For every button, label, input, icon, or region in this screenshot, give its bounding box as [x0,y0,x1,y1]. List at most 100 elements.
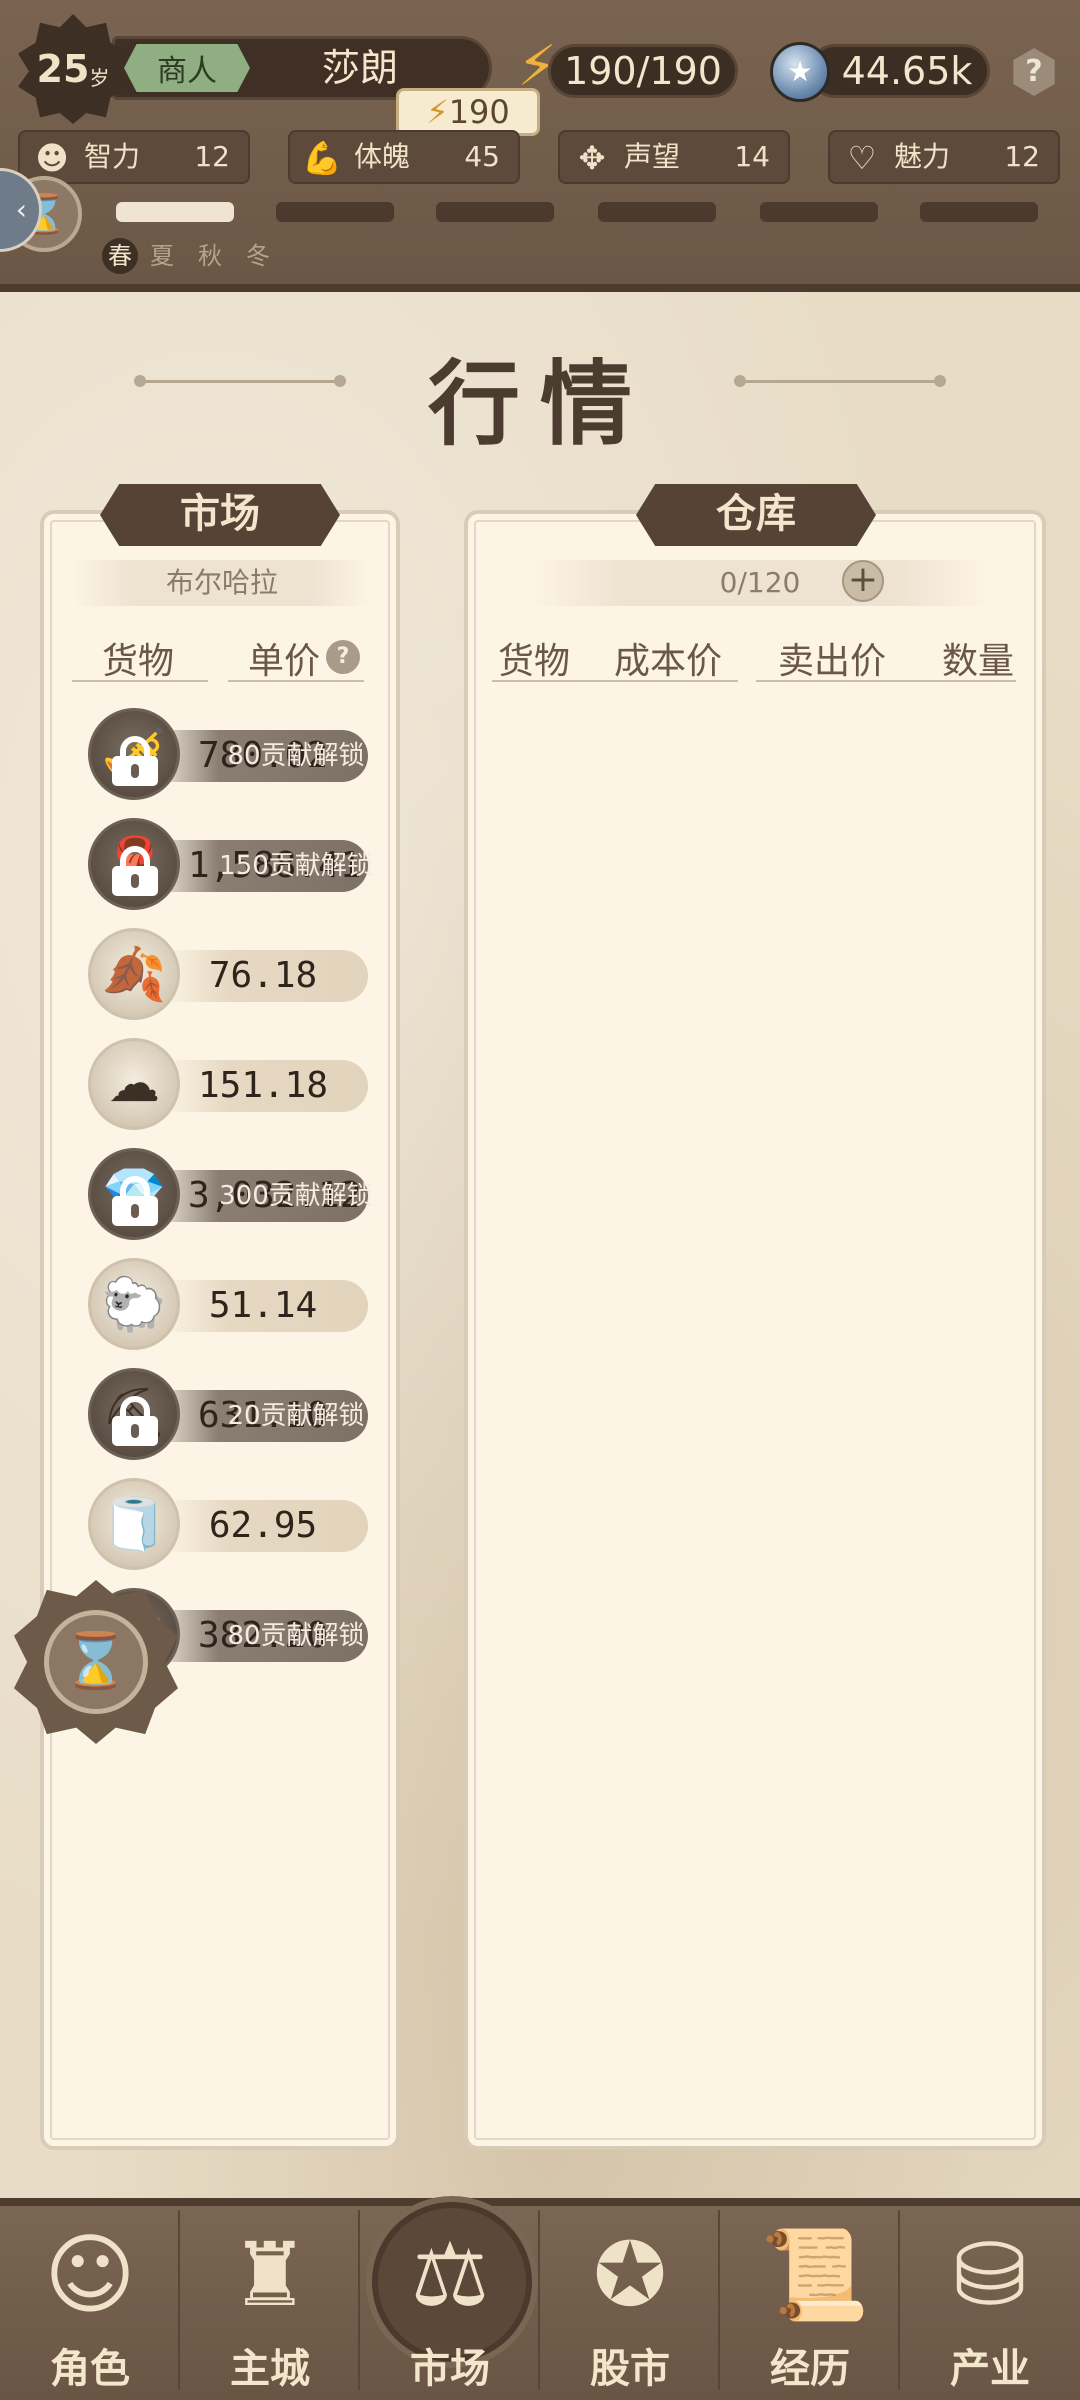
nav-label: 主城 [230,2345,310,2392]
col-underline [228,680,364,682]
heart-icon: ♡ [847,139,877,177]
season-progress-segment [436,202,554,222]
col-underline [72,680,208,682]
market-row-locked[interactable]: 780.02 80贡献解锁 🎺 [88,706,380,802]
stat-label: 声望 [624,140,681,173]
season-autumn: 秋 [198,242,222,270]
nav-industry[interactable]: ⛁ 产业 [900,2210,1080,2400]
col-goods: 货物 [102,641,175,682]
stock-icon: ✪ [593,2223,667,2326]
nav-label: 角色 [50,2345,130,2392]
stat-value: 12 [1004,140,1040,173]
unlock-requirement: 80贡献解锁 [227,741,365,771]
market-row-locked[interactable]: 631.10 20贡献解锁 ⛏ [88,1366,380,1462]
cloth-icon: 🧻 [88,1478,180,1570]
page-title: 行情 [427,350,652,458]
season-progress-segment [276,202,394,222]
season-current: 春 [102,238,138,274]
season-summer: 夏 [150,242,174,270]
silver-coin-icon: ★ [770,42,830,102]
age-value: 25 [36,47,90,91]
market-row[interactable]: 62.95 🧻 [88,1476,380,1572]
season-winter: 冬 [246,242,270,270]
unlock-requirement: 150贡献解锁 [219,851,373,881]
nav-label: 产业 [950,2345,1030,2392]
lock-icon [112,736,158,786]
nav-character[interactable]: ☺ 角色 [0,2210,180,2400]
season-progress-segment [598,202,716,222]
stat-charm[interactable]: ♡ 魅力 12 [828,130,1060,184]
col-sell: 卖出价 [778,641,887,682]
stat-label: 体魄 [354,140,411,173]
stat-value: 45 [464,140,500,173]
capacity-value: 0/120 [719,566,801,599]
goods-price: 62.95 [208,1505,318,1546]
player-name[interactable]: 莎朗 [270,42,450,94]
expand-capacity-button[interactable]: + [842,560,884,602]
reputation-icon: ✥ [578,139,606,177]
wool-icon: 🐑 [88,1258,180,1350]
coin-display[interactable]: 44.65k [808,44,990,98]
price-help-icon[interactable]: ? [326,640,360,674]
age-unit: 岁 [89,65,110,90]
nav-label: 经历 [770,2345,850,2392]
lock-icon [112,1396,158,1446]
market-location[interactable]: 布尔哈拉 [74,560,370,606]
season-indicator: 春夏秋冬 [102,236,294,274]
market-row-locked[interactable]: 1,588.41 150贡献解锁 🧣 [88,816,380,912]
col-underline [756,680,1016,682]
col-underline [492,680,738,682]
scales-icon: ⚖ [410,2223,490,2326]
market-row-locked[interactable]: 3,032.12 300贡献解锁 💎 [88,1146,380,1242]
warehouse-panel [464,510,1046,2150]
nav-city[interactable]: ♜ 主城 [180,2210,360,2400]
scroll-icon: 📜 [760,2223,870,2326]
brain-icon: ☻ [35,139,69,177]
market-row[interactable]: 151.18 ☁ [88,1036,380,1132]
col-price: 单价 [248,641,321,682]
unlock-requirement: 300贡献解锁 [219,1181,373,1211]
muscle-icon: 💪 [302,139,342,177]
nav-label: 市场 [410,2345,490,2392]
nav-label: 股市 [590,2345,670,2392]
goods-price: 151.18 [197,1065,329,1106]
goods-price: 76.18 [208,955,318,996]
stat-intelligence[interactable]: ☻ 智力 12 [18,130,250,184]
nav-history[interactable]: 📜 经历 [720,2210,900,2400]
stat-reputation[interactable]: ✥ 声望 14 [558,130,790,184]
lightning-icon: ⚡ [426,93,449,131]
energy-tooltip: ⚡190 [396,88,540,136]
col-cost: 成本价 [614,641,723,682]
cotton-icon: ☁ [88,1038,180,1130]
nav-stocks[interactable]: ✪ 股市 [540,2210,720,2400]
season-progress-segment [760,202,878,222]
job-tag[interactable]: 商人 [124,44,250,92]
market-row[interactable]: 51.14 🐑 [88,1256,380,1352]
market-panel-header: 市场 [100,484,340,546]
market-row[interactable]: 76.18 🍂 [88,926,380,1022]
unlock-requirement: 80贡献解锁 [227,1621,365,1651]
season-progress-segment [920,202,1038,222]
stat-label: 智力 [84,140,141,173]
stat-value: 12 [194,140,230,173]
leaf-icon: 🍂 [88,928,180,1020]
stat-value: 14 [734,140,770,173]
character-icon: ☺ [44,2223,136,2326]
col-qty: 数量 [942,641,1015,682]
energy-tooltip-value: 190 [448,93,510,131]
coins-icon: ⛁ [953,2223,1027,2326]
energy-display[interactable]: 190/190 [548,44,738,98]
hourglass-icon[interactable]: ⌛ [44,1610,148,1714]
warehouse-panel-header: 仓库 [636,484,876,546]
goods-price: 51.14 [208,1285,318,1326]
castle-icon: ♜ [230,2223,310,2326]
warehouse-capacity: 0/120 [530,560,990,606]
lock-icon [112,1176,158,1226]
lock-icon [112,846,158,896]
stat-physique[interactable]: 💪 体魄 45 [288,130,520,184]
season-progress-segment [116,202,234,222]
unlock-requirement: 20贡献解锁 [227,1401,365,1431]
col-goods: 货物 [498,641,571,682]
stat-label: 魅力 [894,140,951,173]
nav-market[interactable]: ⚖ 市场 [360,2210,540,2400]
